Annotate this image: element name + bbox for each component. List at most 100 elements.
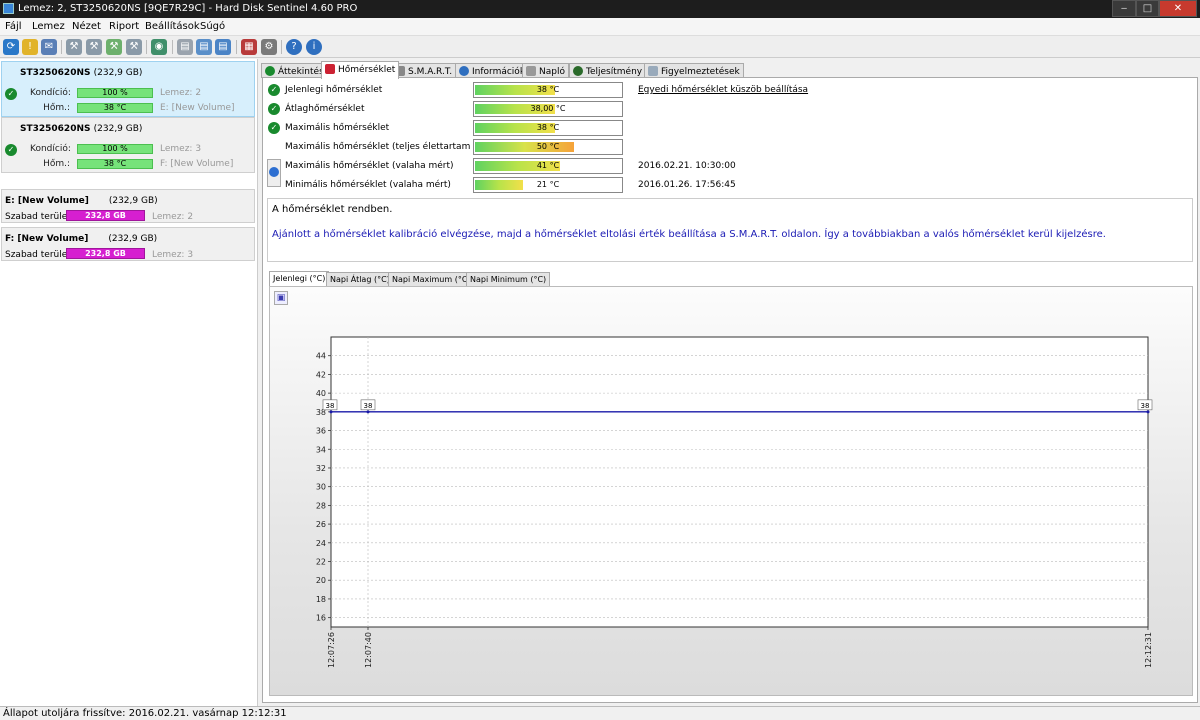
temp-bar: 38 °C	[473, 120, 623, 136]
y-tick-label: 24	[316, 539, 326, 548]
disk-check-icon[interactable]: ⚒	[126, 39, 142, 55]
y-tick-label: 22	[316, 558, 326, 567]
warning-icon[interactable]: !	[22, 39, 38, 55]
report-icon[interactable]: ▤	[177, 39, 193, 55]
temp-value: 50 °C	[536, 142, 560, 151]
menu-fajl[interactable]: Fájl	[5, 21, 22, 32]
disk-tool-icon[interactable]: ⚒	[66, 39, 82, 55]
kondicio-label: Kondíció:	[30, 144, 71, 154]
help-icon[interactable]: ?	[286, 39, 302, 55]
temperature-bar: 38 °C	[77, 159, 153, 169]
main-panel: Áttekintés Hőmérséklet S.M.A.R.T. Inform…	[260, 59, 1200, 706]
minimize-button[interactable]: ‒	[1112, 0, 1136, 17]
toolbar: ⟳ ! ✉ ⚒ ⚒ ⚒ ⚒ ◉ ▤ ▤ ▤ ▦ ⚙ ? i	[0, 36, 1200, 58]
tab-naplo[interactable]: Napló	[522, 63, 569, 78]
chart-svg: 1618202224262830323436384042443812:07:26…	[316, 336, 1153, 668]
y-tick-label: 44	[316, 352, 326, 361]
volume-card[interactable]: F: [New Volume] (232,9 GB) Szabad terület…	[1, 227, 255, 261]
volume-name: E: [New Volume] (232,9 GB)	[5, 196, 158, 206]
refresh-icon[interactable]: ⟳	[3, 39, 19, 55]
disk-name: ST3250620NS (232,9 GB)	[20, 68, 143, 78]
tab-homerseklet[interactable]: Hőmérséklet	[321, 61, 400, 79]
email-icon[interactable]: ✉	[41, 39, 57, 55]
temp-label: Minimális hőmérséklet (valaha mért)	[285, 180, 451, 190]
y-tick-label: 40	[316, 389, 326, 398]
x-tick-label: 12:07:40	[364, 632, 373, 668]
disk-card[interactable]: ST3250620NS (232,9 GB) ✓ Kondíció: 100 %…	[1, 61, 255, 117]
check-icon: ✓	[5, 144, 17, 156]
temp-label: Maximális hőmérséklet	[285, 123, 390, 133]
y-tick-label: 20	[316, 576, 326, 585]
menu-nezet[interactable]: Nézet	[72, 21, 101, 32]
volume-name: F: [New Volume]	[160, 159, 234, 169]
tab-figyelmeztetesek[interactable]: Figyelmeztetések	[644, 63, 744, 78]
menu-bar: Fájl Lemez Nézet Riport Beállítások Súgó	[0, 18, 1200, 36]
volume-name: E: [New Volume]	[160, 103, 235, 113]
disk-card[interactable]: ST3250620NS (232,9 GB) ✓ Kondíció: 100 %…	[1, 117, 255, 173]
tab-napi-minimum[interactable]: Napi Minimum (°C)	[466, 272, 551, 286]
temp-bar: 38,00 °C	[473, 101, 623, 117]
globe-icon[interactable]: ◉	[151, 39, 167, 55]
free-space-bar: 232,8 GB	[66, 248, 145, 259]
y-tick-label: 16	[316, 614, 326, 623]
maximize-button[interactable]: □	[1136, 0, 1159, 17]
tab-attekintes[interactable]: Áttekintés	[261, 63, 328, 78]
menu-sugo[interactable]: Súgó	[200, 21, 225, 32]
temp-row: Minimális hőmérséklet (valaha mért) 21 °…	[263, 177, 1193, 195]
chart-icon[interactable]: ▦	[241, 39, 257, 55]
tab-smart[interactable]: S.M.A.R.T.	[391, 63, 457, 78]
temp-row: Maximális hőmérséklet (teljes élettartam…	[263, 139, 1193, 157]
info-icon[interactable]: i	[306, 39, 322, 55]
app-window: Lemez: 2, ST3250620NS [9QE7R29C] - Hard …	[0, 0, 1200, 720]
tab-napi-maximum[interactable]: Napi Maximum (°C)	[388, 272, 475, 286]
temp-row: Maximális hőmérséklet (valaha mért) 41 °…	[263, 158, 1193, 176]
send-report-icon[interactable]: ▤	[196, 39, 212, 55]
x-tick-label: 12:12:31	[1144, 632, 1153, 668]
y-tick-label: 34	[316, 445, 326, 454]
data-label: 38	[364, 402, 373, 410]
web-report-icon[interactable]: ▤	[215, 39, 231, 55]
menu-riport[interactable]: Riport	[109, 21, 139, 32]
disk-number: Lemez: 3	[160, 144, 202, 154]
disk-name: ST3250620NS (232,9 GB)	[20, 124, 143, 134]
status-message-box: A hőmérséklet rendben. Ajánlott a hőmérs…	[267, 198, 1193, 262]
y-tick-label: 32	[316, 464, 326, 473]
volume-disk: Lemez: 2	[152, 212, 194, 222]
recommendation-message: Ajánlott a hőmérséklet kalibráció elvégz…	[272, 229, 1106, 240]
tab-napi-atlag[interactable]: Napi Átlag (°C)	[326, 272, 394, 286]
temp-row: ✓ Jelenlegi hőmérséklet 38 °C Egyedi hőm…	[263, 82, 1193, 100]
volume-disk: Lemez: 3	[152, 250, 194, 260]
status-message: A hőmérséklet rendben.	[272, 204, 393, 215]
y-tick-label: 36	[316, 427, 326, 436]
temp-label: Jelenlegi hőmérséklet	[285, 85, 383, 95]
window-title: Lemez: 2, ST3250620NS [9QE7R29C] - Hard …	[18, 3, 358, 14]
temp-value: 38,00 °C	[530, 104, 566, 113]
disk-test-icon[interactable]: ⚒	[86, 39, 102, 55]
threshold-link[interactable]: Egyedi hőmérséklet küszöb beállítása	[638, 85, 808, 95]
menu-lemez[interactable]: Lemez	[32, 21, 65, 32]
toolbar-separator	[236, 40, 237, 54]
close-button[interactable]: ✕	[1159, 0, 1197, 17]
y-tick-label: 28	[316, 501, 326, 510]
temp-value: 21 °C	[536, 180, 560, 189]
data-point	[366, 410, 370, 414]
settings-icon[interactable]: ⚙	[261, 39, 277, 55]
free-space-label: Szabad terület	[5, 250, 71, 260]
tab-bar: Áttekintés Hőmérséklet S.M.A.R.T. Inform…	[260, 61, 1200, 79]
free-space-bar: 232,8 GB	[66, 210, 145, 221]
tab-teljesitmeny[interactable]: Teljesítmény	[569, 63, 647, 78]
temp-label: Átlaghőmérséklet	[285, 104, 365, 114]
kondicio-bar: 100 %	[77, 144, 153, 154]
temp-value: 38 °C	[536, 85, 560, 94]
tab-informaciok[interactable]: Információk	[455, 63, 530, 78]
menu-beallitasok[interactable]: Beállítások	[145, 21, 200, 32]
volume-card[interactable]: E: [New Volume] (232,9 GB) Szabad terület…	[1, 189, 255, 223]
check-icon: ✓	[268, 122, 280, 134]
temp-bar: 38 °C	[473, 82, 623, 98]
tab-jelenlegi[interactable]: Jelenlegi (°C)	[269, 271, 330, 286]
temp-bar: 50 °C	[473, 139, 623, 155]
disk-surface-icon[interactable]: ⚒	[106, 39, 122, 55]
data-point	[1146, 410, 1150, 414]
status-text: Állapot utoljára frissítve: 2016.02.21. …	[3, 708, 287, 719]
temp-value: 38 °C	[536, 123, 560, 132]
